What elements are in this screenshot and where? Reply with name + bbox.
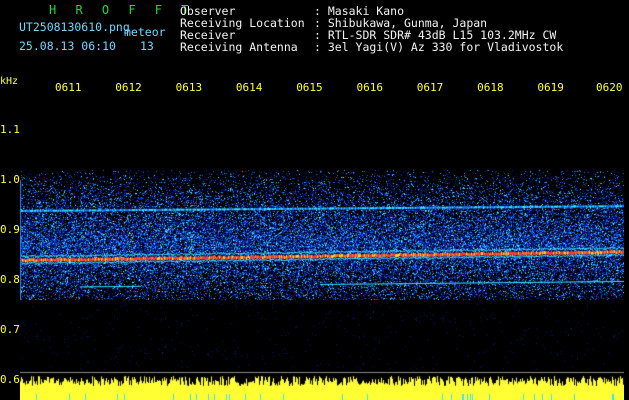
spectrogram-canvas	[20, 100, 624, 400]
time-tick-label: 0613	[175, 81, 203, 94]
file-name: UT2508130610.png	[19, 20, 130, 34]
frequency-tick-label: 0.7	[0, 323, 20, 336]
antenna-label: Receiving Antenna	[180, 40, 298, 54]
frequency-unit-label: kHz	[0, 76, 19, 87]
app-title: H R O F F T	[49, 3, 195, 17]
time-tick-label: 0612	[115, 81, 142, 94]
frequency-tick-label: 0.9	[0, 223, 20, 236]
frequency-tick-label: 0.8	[0, 273, 20, 286]
date-time: 25.08.13 06:10	[19, 39, 116, 53]
time-tick-label: 0620	[596, 81, 623, 94]
time-tick-label: 0617	[416, 81, 444, 94]
time-tick-label: 0614	[235, 81, 263, 94]
event-count: 13	[140, 39, 154, 53]
time-tick-label: 0616	[356, 81, 384, 94]
time-tick-label: 0611	[55, 81, 82, 94]
frequency-tick-label: 1.1	[0, 123, 20, 136]
time-tick-label: 0618	[477, 81, 504, 94]
time-tick-label: 0615	[296, 81, 323, 94]
frequency-tick-label: 0.6	[0, 373, 20, 386]
frequency-tick-label: 1.0	[0, 173, 20, 186]
antenna-value: : 3el Yagi(V) Az 330 for Vladivostok	[314, 40, 564, 54]
type-label: meteor	[124, 25, 166, 39]
time-tick-label: 0619	[537, 81, 564, 94]
